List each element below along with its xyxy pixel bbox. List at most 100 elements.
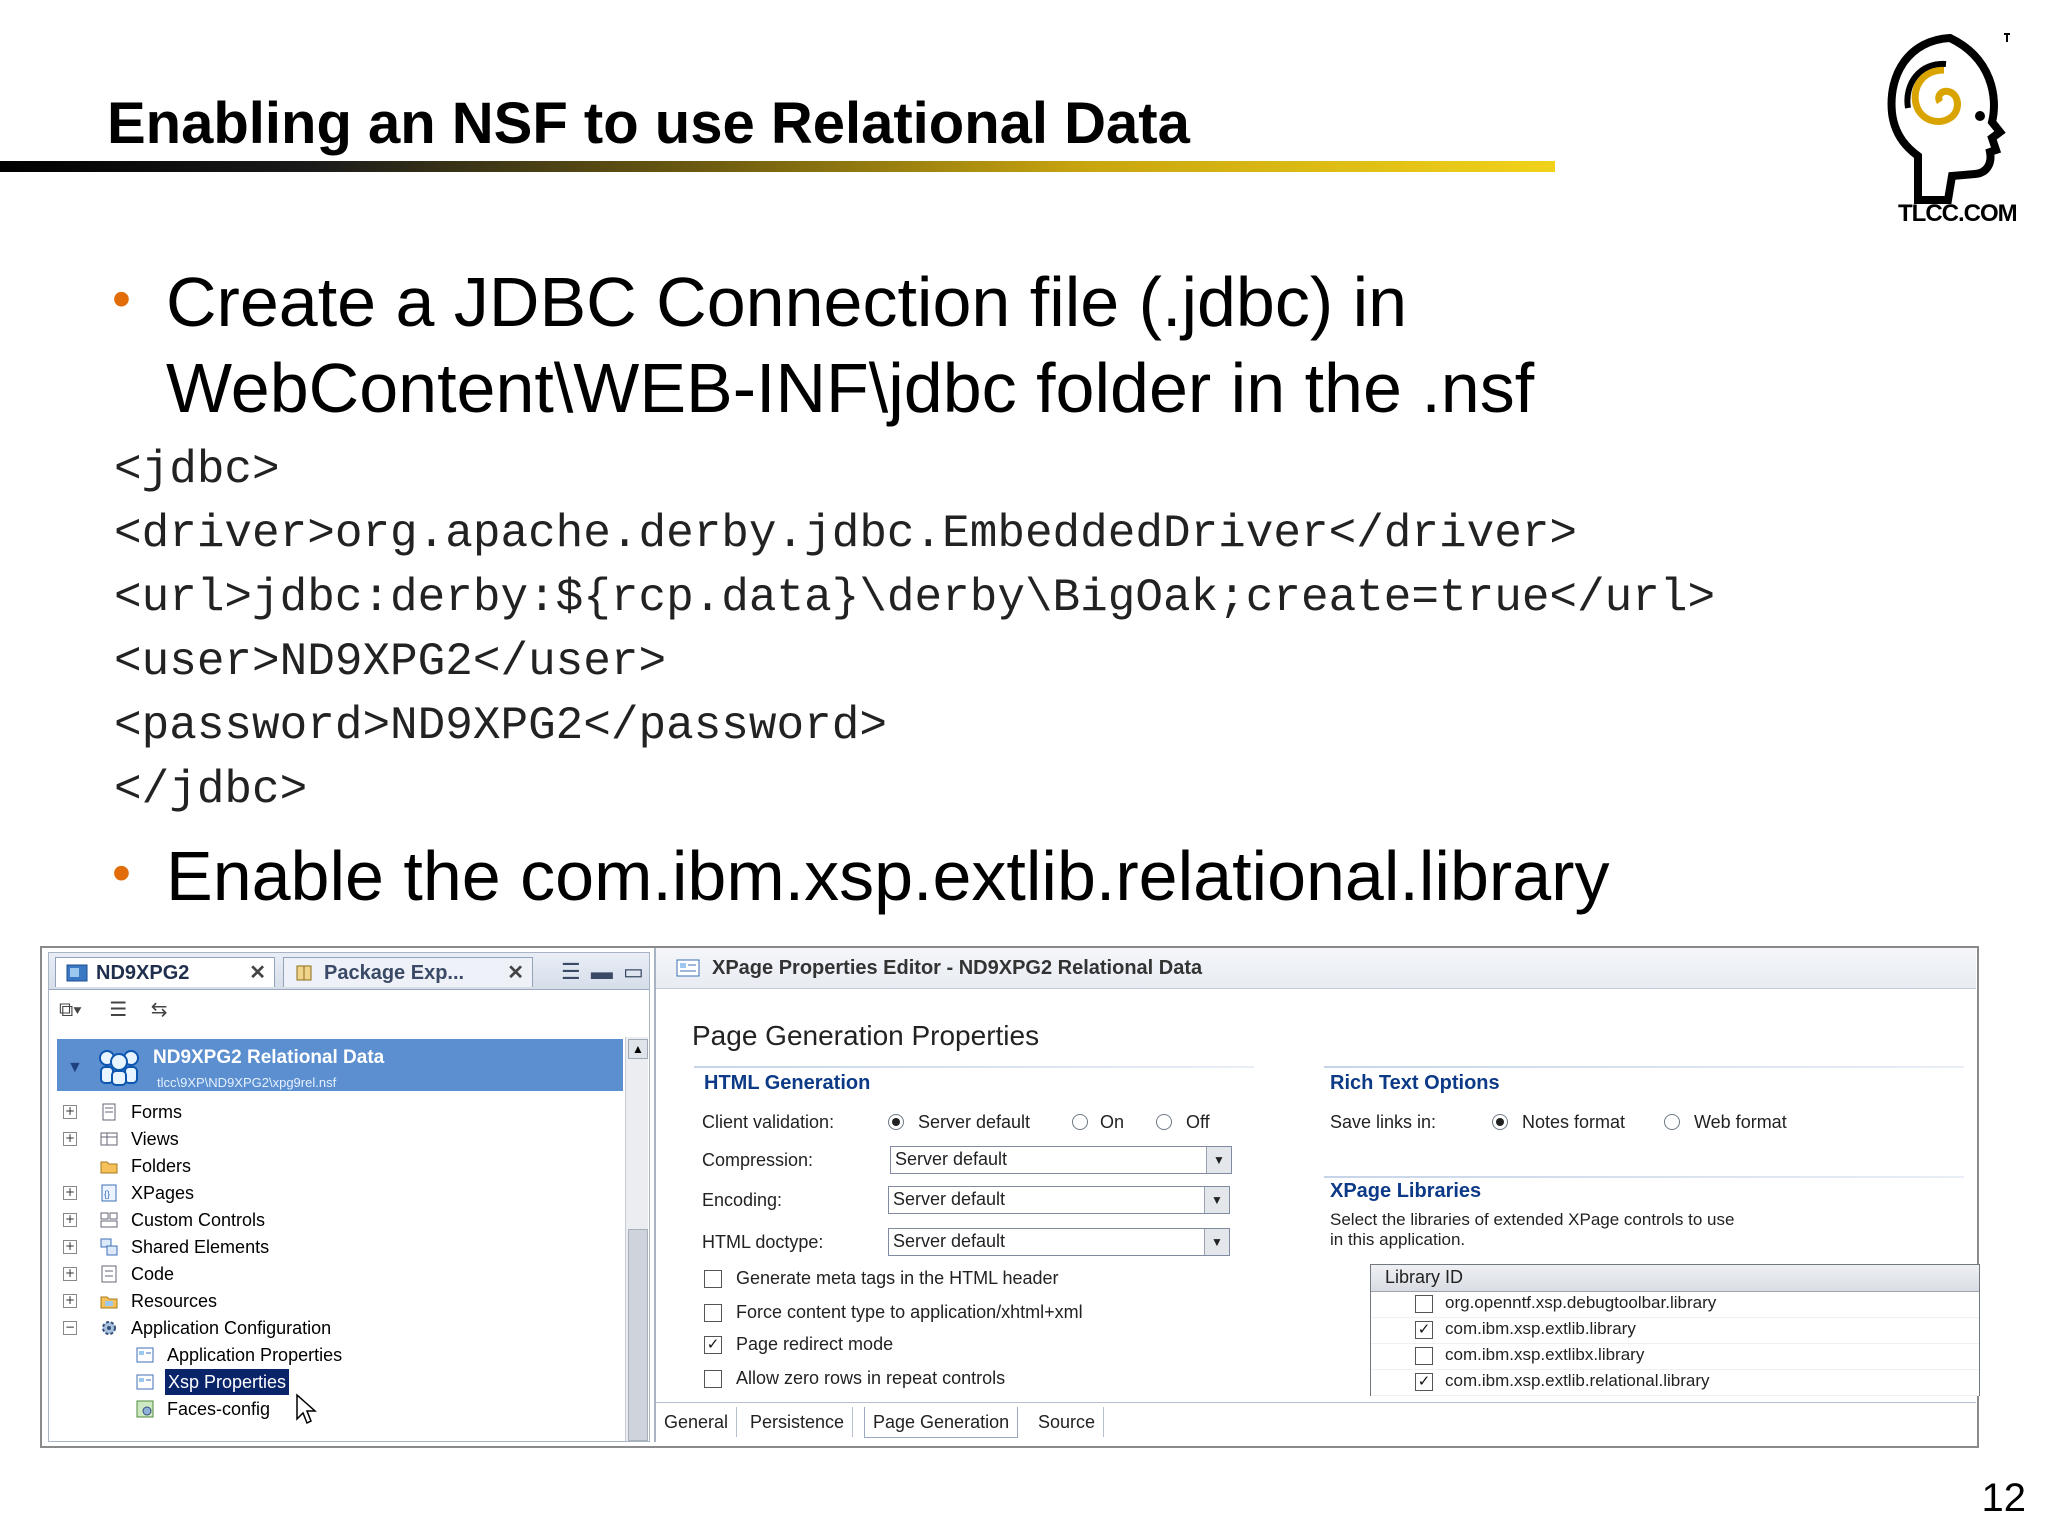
tab-persistence[interactable]: Persistence bbox=[742, 1407, 854, 1437]
shared-elements-icon bbox=[100, 1238, 118, 1256]
link-editor-icon[interactable]: ⇆ bbox=[151, 999, 168, 1021]
library-table: Library ID org.openntf.xsp.debugtoolbar.… bbox=[1370, 1264, 1980, 1396]
checkbox-force-content-type[interactable] bbox=[704, 1304, 722, 1322]
application-title: ND9XPG2 Relational Data bbox=[153, 1047, 385, 1068]
collapse-arrow-icon[interactable]: ▼ bbox=[67, 1059, 83, 1077]
tab-navigator[interactable]: ND9XPG2 ✕ bbox=[55, 957, 275, 987]
library-checkbox[interactable]: ✓ bbox=[1415, 1373, 1433, 1391]
tree-item-label: Folders bbox=[131, 1156, 192, 1176]
tree-item-views[interactable]: + Views bbox=[63, 1126, 463, 1152]
tree-item-forms[interactable]: + Forms bbox=[63, 1099, 463, 1125]
tree-item-xpages[interactable]: + {} XPages bbox=[63, 1180, 463, 1206]
tree-item-xsp-properties[interactable]: Xsp Properties bbox=[99, 1369, 499, 1395]
xpages-icon: {} bbox=[101, 1184, 117, 1202]
library-checkbox[interactable] bbox=[1415, 1347, 1433, 1365]
tree-item-code[interactable]: + Code bbox=[63, 1261, 463, 1287]
expand-icon[interactable]: + bbox=[63, 1105, 77, 1119]
compression-label: Compression: bbox=[702, 1150, 814, 1170]
code-line: <url>jdbc:derby:${rcp.data}\derby\BigOak… bbox=[114, 572, 1716, 624]
close-icon[interactable]: ✕ bbox=[507, 958, 524, 988]
library-checkbox[interactable] bbox=[1415, 1295, 1433, 1313]
tree-item-label: Custom Controls bbox=[131, 1210, 266, 1230]
editor-title-bar: XPage Properties Editor - ND9XPG2 Relati… bbox=[656, 948, 1976, 989]
expand-icon[interactable]: + bbox=[63, 1132, 77, 1146]
slide-title: Enabling an NSF to use Relational Data bbox=[107, 91, 1190, 156]
navigator-toolbar: ⧉▾ ☰ ⇆ bbox=[59, 997, 168, 1025]
code-line: <jdbc> bbox=[114, 444, 280, 496]
encoding-label: Encoding: bbox=[702, 1190, 783, 1210]
radio-label: Web format bbox=[1694, 1112, 1787, 1132]
radio-off[interactable] bbox=[1156, 1114, 1172, 1130]
radio-server-default[interactable] bbox=[888, 1114, 904, 1130]
properties-icon bbox=[136, 1374, 154, 1390]
tree-item-resources[interactable]: + Resources bbox=[63, 1288, 463, 1314]
view-icon bbox=[100, 1132, 118, 1146]
encoding-select[interactable]: Server default ▼ bbox=[888, 1186, 1230, 1214]
select-value: Server default bbox=[893, 1189, 1006, 1209]
library-row[interactable]: ✓ com.ibm.xsp.extlib.library bbox=[1371, 1317, 1979, 1344]
tab-source[interactable]: Source bbox=[1030, 1407, 1105, 1437]
tab-label: ND9XPG2 bbox=[96, 962, 190, 984]
new-icon[interactable]: ⧉▾ bbox=[59, 999, 82, 1021]
radio-notes-format[interactable] bbox=[1492, 1114, 1508, 1130]
checkbox-generate-meta-tags[interactable] bbox=[704, 1270, 722, 1288]
client-validation-label: Client validation: bbox=[702, 1112, 835, 1132]
navigator-scrollbar[interactable]: ▲ bbox=[625, 1037, 648, 1441]
team-application-icon bbox=[99, 1050, 139, 1086]
select-value: Server default bbox=[893, 1231, 1006, 1251]
tree-item-folders[interactable]: Folders bbox=[63, 1153, 463, 1179]
compression-select[interactable]: Server default ▼ bbox=[890, 1146, 1232, 1174]
chevron-down-icon[interactable]: ▼ bbox=[1204, 1229, 1229, 1255]
tree-item-custom-controls[interactable]: + Custom Controls bbox=[63, 1207, 463, 1233]
view-menu-icon[interactable]: ☰ ▬ ▭ bbox=[561, 959, 646, 985]
application-icon bbox=[66, 964, 88, 982]
tab-page-generation[interactable]: Page Generation bbox=[864, 1407, 1019, 1438]
scroll-up-icon[interactable]: ▲ bbox=[628, 1039, 648, 1059]
expand-icon[interactable]: + bbox=[63, 1240, 77, 1254]
libraries-description: in this application. bbox=[1330, 1230, 1466, 1249]
radio-label: On bbox=[1100, 1112, 1125, 1132]
checkbox-page-redirect-mode[interactable]: ✓ bbox=[704, 1336, 722, 1354]
editor-tab-bar: General Persistence Page Generation Sour… bbox=[656, 1402, 1976, 1443]
tab-general[interactable]: General bbox=[656, 1407, 738, 1437]
expand-icon[interactable]: + bbox=[63, 1213, 77, 1227]
tree-item-application-properties[interactable]: Application Properties bbox=[99, 1342, 499, 1368]
section-divider bbox=[1324, 1066, 1964, 1068]
section-divider bbox=[1324, 1176, 1964, 1178]
doctype-select[interactable]: Server default ▼ bbox=[888, 1228, 1230, 1256]
checkbox-allow-zero-rows[interactable] bbox=[704, 1370, 722, 1388]
expand-icon[interactable]: + bbox=[63, 1267, 77, 1281]
checkbox-label: Force content type to application/xhtml+… bbox=[736, 1302, 1083, 1322]
tree-item-shared-elements[interactable]: + Shared Elements bbox=[63, 1234, 463, 1260]
library-row[interactable]: ✓ com.ibm.xsp.extlib.relational.library bbox=[1371, 1369, 1979, 1396]
section-html-generation: HTML Generation bbox=[704, 1072, 871, 1094]
chevron-down-icon[interactable]: ▼ bbox=[1204, 1187, 1229, 1213]
section-rich-text-options: Rich Text Options bbox=[1330, 1072, 1500, 1094]
radio-label: Server default bbox=[918, 1112, 1031, 1132]
library-checkbox[interactable]: ✓ bbox=[1415, 1321, 1433, 1339]
radio-web-format[interactable] bbox=[1664, 1114, 1680, 1130]
designer-screenshot: ND9XPG2 ✕ Package Exp... ✕ ☰ ▬ ▭ ⧉▾ ☰ ⇆ … bbox=[40, 946, 1980, 1448]
mouse-cursor-icon bbox=[296, 1393, 317, 1425]
expand-icon[interactable]: + bbox=[63, 1186, 77, 1200]
collapse-all-icon[interactable]: ☰ bbox=[109, 999, 127, 1021]
applications-navigator: ND9XPG2 ✕ Package Exp... ✕ ☰ ▬ ▭ ⧉▾ ☰ ⇆ … bbox=[48, 952, 650, 1442]
collapse-icon[interactable]: − bbox=[63, 1321, 77, 1335]
library-row[interactable]: com.ibm.xsp.extlibx.library bbox=[1371, 1343, 1979, 1370]
library-row[interactable]: org.openntf.xsp.debugtoolbar.library bbox=[1371, 1291, 1979, 1318]
bullet-icon: • bbox=[112, 269, 131, 329]
expand-icon[interactable]: + bbox=[63, 1294, 77, 1308]
radio-on[interactable] bbox=[1072, 1114, 1088, 1130]
scrollbar-thumb[interactable] bbox=[628, 1229, 648, 1441]
section-divider bbox=[694, 1066, 1254, 1068]
code-line: <driver>org.apache.derby.jdbc.EmbeddedDr… bbox=[114, 508, 1578, 560]
tree-item-label: Forms bbox=[131, 1102, 182, 1122]
bullet-1-line-2: WebContent\WEB-INF\jdbc folder in the .n… bbox=[166, 349, 1535, 427]
svg-text:{}: {} bbox=[104, 1189, 110, 1199]
close-icon[interactable]: ✕ bbox=[249, 958, 266, 988]
tree-item-application-configuration[interactable]: − Application Configuration bbox=[63, 1315, 463, 1341]
gear-icon bbox=[136, 1400, 154, 1418]
chevron-down-icon[interactable]: ▼ bbox=[1206, 1147, 1231, 1173]
tab-package-explorer[interactable]: Package Exp... ✕ bbox=[283, 957, 533, 987]
tree-item-label: Shared Elements bbox=[131, 1237, 270, 1257]
